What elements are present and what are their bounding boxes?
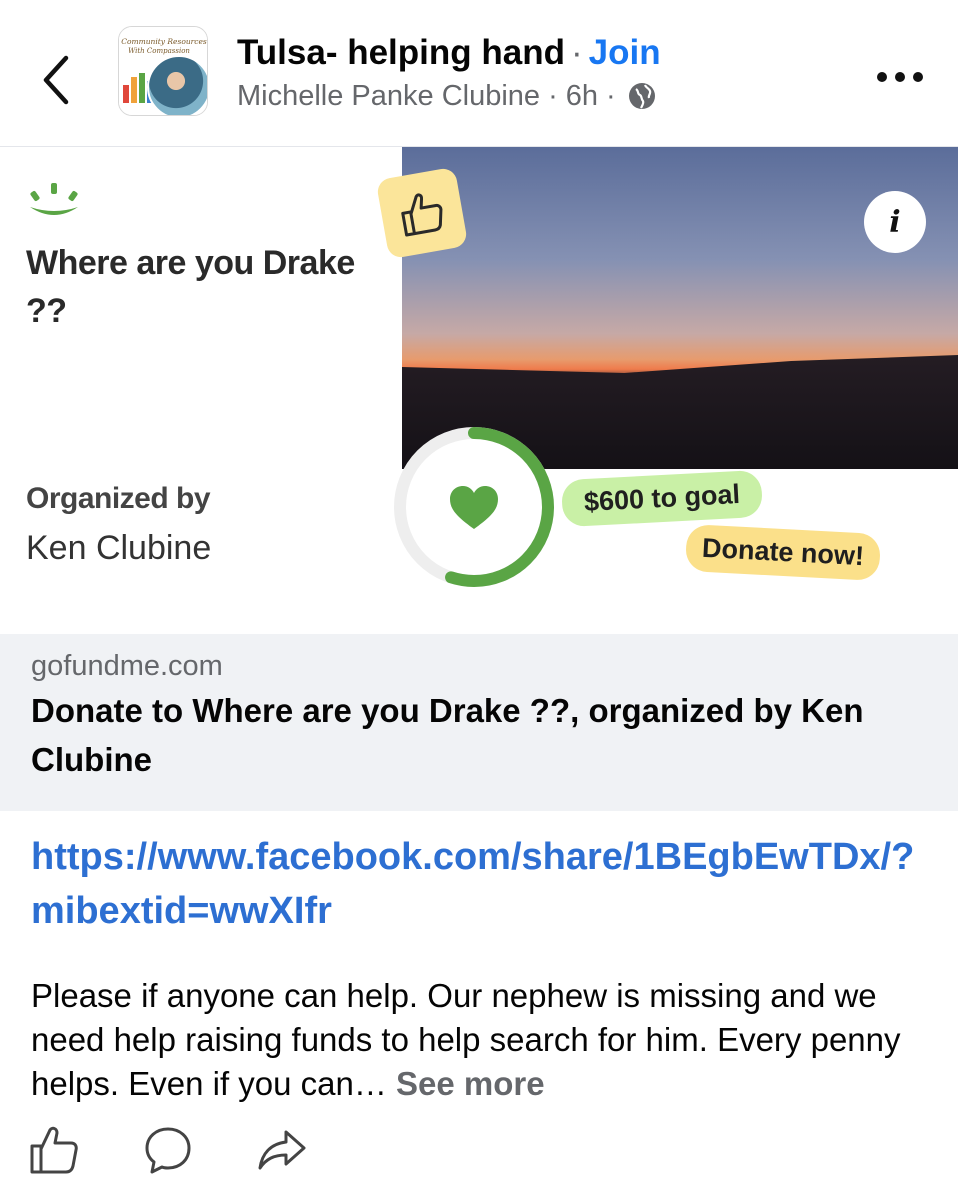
svg-text:With Compassion: With Compassion <box>128 47 190 55</box>
thumbs-up-icon <box>401 193 443 237</box>
see-more-link[interactable]: See more <box>396 1065 545 1102</box>
organizer-name: Ken Clubine <box>26 529 212 567</box>
link-domain: gofundme.com <box>31 650 223 682</box>
goal-remaining-pill: $600 to goal <box>560 469 764 528</box>
more-dots-icon[interactable] <box>872 62 928 92</box>
share-icon[interactable] <box>256 1124 308 1176</box>
preview-meta[interactable]: gofundme.com Donate to Where are you Dra… <box>0 634 958 811</box>
info-icon[interactable]: i <box>864 191 926 253</box>
post-url-link[interactable]: https://www.facebook.com/share/1BEgbEwTD… <box>31 830 931 938</box>
organized-by-label: Organized by <box>26 482 211 515</box>
post-actions <box>28 1124 308 1180</box>
progress-ring <box>394 427 554 587</box>
author-photo <box>147 55 207 115</box>
post-time[interactable]: 6h <box>566 78 598 114</box>
post-text: Please if anyone can help. Our nephew is… <box>31 974 931 1106</box>
like-icon[interactable] <box>28 1124 80 1176</box>
back-arrow-icon[interactable] <box>38 50 78 110</box>
author-name[interactable]: Michelle Panke Clubine <box>237 78 540 114</box>
post-meta: Michelle Panke Clubine · 6h · <box>237 78 656 114</box>
group-name[interactable]: Tulsa- helping hand <box>237 33 565 72</box>
link-preview-card[interactable]: Where are you Drake ?? Organized by Ken … <box>0 146 958 811</box>
gofundme-logo-icon <box>30 183 78 215</box>
campaign-title: Where are you Drake ?? <box>26 244 355 330</box>
preview-image[interactable]: Where are you Drake ?? Organized by Ken … <box>0 147 958 634</box>
globe-icon <box>628 83 655 109</box>
svg-text:Community Resources: Community Resources <box>121 37 207 46</box>
donate-now-button[interactable]: Donate now! <box>684 523 882 582</box>
group-avatar[interactable]: Community Resources With Compassion <box>118 26 208 116</box>
join-button[interactable]: Join <box>589 33 661 72</box>
link-title[interactable]: Donate to Where are you Drake ??, organi… <box>31 686 911 784</box>
comment-icon[interactable] <box>142 1124 194 1176</box>
meta-separator-2: · <box>606 80 616 112</box>
header-title: Tulsa- helping hand · Join <box>237 32 661 74</box>
meta-separator-1: · <box>548 80 558 112</box>
thumbs-up-badge <box>375 166 469 260</box>
post-header: Community Resources With Compassion Tuls… <box>0 0 958 140</box>
title-separator: · <box>570 33 583 72</box>
